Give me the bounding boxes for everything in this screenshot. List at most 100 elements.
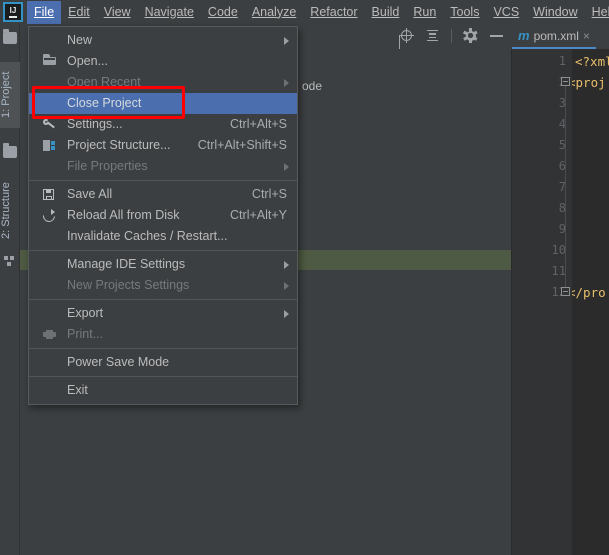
menu-refactor-label: Refactor [310, 4, 358, 19]
line-number: 6 [558, 159, 566, 173]
editor-tab-bar: m pom.xml × [512, 24, 609, 49]
menu-item-label: Project Structure... [67, 138, 171, 152]
intellij-logo-icon: IJ [3, 2, 23, 22]
menu-view-label: View [103, 4, 131, 19]
line-number: 9 [558, 222, 566, 236]
file-dropdown-menu[interactable]: New Open... Open Recent Close Project Se… [28, 26, 298, 405]
menu-item-shortcut: Ctrl+Alt+Y [230, 208, 287, 222]
code-folding-line [565, 81, 566, 293]
menu-item-label: Save All [67, 187, 113, 201]
editor-area: m pom.xml × 1 2 3 4 5 6 7 8 9 10 11 12 <… [512, 24, 609, 555]
line-number: 7 [558, 180, 566, 194]
menu-item-open-recent[interactable]: Open Recent [29, 72, 297, 93]
fold-toggle-icon[interactable] [561, 77, 570, 86]
menu-edit[interactable]: Edit [61, 1, 97, 24]
code-content[interactable]: <?xml <proj </pro [572, 49, 609, 555]
menu-separator [29, 376, 297, 377]
chevron-right-icon [284, 79, 289, 87]
menu-item-label: Invalidate Caches / Restart... [67, 229, 228, 243]
menu-item-label: Settings... [67, 117, 123, 131]
structure-icon [4, 256, 15, 266]
menu-analyze-label: Analyze [251, 4, 297, 19]
menu-item-shortcut: Ctrl+S [251, 187, 287, 201]
menu-item-settings[interactable]: Settings... Ctrl+Alt+S [29, 114, 297, 135]
menu-item-open[interactable]: Open... [29, 51, 297, 72]
chevron-right-icon [284, 310, 289, 318]
menu-help[interactable]: Help [585, 1, 609, 24]
code-line: <?xml [575, 54, 609, 69]
menu-item-manage-ide-settings[interactable]: Manage IDE Settings [29, 254, 297, 275]
close-icon[interactable]: × [583, 29, 590, 43]
menu-item-print[interactable]: Print... [29, 324, 297, 345]
menu-view[interactable]: View [97, 1, 138, 24]
menu-run[interactable]: Run [406, 1, 443, 24]
menu-window[interactable]: Window [526, 1, 584, 24]
editor-tab-label: pom.xml [533, 28, 579, 43]
editor-tab-pom-xml[interactable]: m pom.xml × [512, 24, 596, 49]
menu-vcs-label: VCS [493, 4, 520, 19]
gear-icon[interactable] [463, 28, 478, 43]
menu-file[interactable]: File [27, 0, 62, 24]
code-line: <proj [572, 75, 606, 90]
menu-build-label: Build [371, 4, 400, 19]
menu-tools[interactable]: Tools [443, 1, 486, 24]
menu-item-shortcut: Ctrl+Alt+S [230, 117, 287, 131]
menu-item-new[interactable]: New [29, 30, 297, 51]
sidebar-tab-project[interactable]: 1: Project [0, 62, 20, 128]
menu-item-save-all[interactable]: Save All Ctrl+S [29, 184, 297, 205]
menu-item-label: Open Recent [67, 75, 141, 89]
logo-underbar [9, 15, 17, 18]
menu-separator [29, 299, 297, 300]
folder-icon [43, 54, 56, 65]
menu-item-label: Close Project [67, 96, 142, 110]
menu-item-shortcut: Ctrl+Alt+Shift+S [197, 138, 287, 152]
line-number: 5 [558, 138, 566, 152]
line-number: 3 [558, 96, 566, 110]
menu-item-power-save-mode[interactable]: Power Save Mode [29, 352, 297, 373]
menu-item-new-projects-settings[interactable]: New Projects Settings [29, 275, 297, 296]
code-line: </pro [572, 285, 606, 300]
menu-code[interactable]: Code [201, 1, 245, 24]
logo-text: IJ [9, 5, 17, 15]
locate-in-tree-icon[interactable] [399, 28, 414, 43]
menu-item-label: New Projects Settings [67, 278, 190, 292]
reload-icon [43, 209, 55, 222]
menu-item-label: Exit [67, 383, 88, 397]
menu-item-label: Open... [67, 54, 108, 68]
menu-analyze[interactable]: Analyze [245, 1, 303, 24]
chevron-right-icon [284, 163, 289, 171]
menu-item-invalidate-caches[interactable]: Invalidate Caches / Restart... [29, 226, 297, 247]
menu-item-exit[interactable]: Exit [29, 380, 297, 401]
line-number: 10 [551, 243, 566, 257]
menu-item-export[interactable]: Export [29, 303, 297, 324]
menu-separator [29, 250, 297, 251]
menu-refactor[interactable]: Refactor [303, 1, 364, 24]
menu-help-label: Help [591, 4, 609, 19]
menu-tools-label: Tools [450, 4, 480, 19]
tool-window-strip-left: 1: Project 2: Structure [0, 24, 20, 555]
menu-item-label: Print... [67, 327, 104, 341]
menu-navigate[interactable]: Navigate [138, 1, 201, 24]
save-icon [43, 189, 54, 200]
menu-code-label: Code [207, 4, 238, 19]
menu-separator [29, 180, 297, 181]
menu-item-file-properties[interactable]: File Properties [29, 156, 297, 177]
sidebar-tab-structure[interactable]: 2: Structure [0, 174, 20, 248]
chevron-right-icon [284, 37, 289, 45]
menu-item-close-project[interactable]: Close Project [29, 93, 297, 114]
chevron-right-icon [284, 282, 289, 290]
menu-vcs[interactable]: VCS [486, 1, 526, 24]
tree-item-partial-label[interactable]: ode [302, 76, 322, 96]
fold-toggle-icon[interactable] [561, 287, 570, 296]
print-icon [43, 330, 56, 339]
menu-item-project-structure[interactable]: Project Structure... Ctrl+Alt+Shift+S [29, 135, 297, 156]
menu-edit-label: Edit [68, 4, 90, 19]
menu-build[interactable]: Build [365, 1, 407, 24]
menu-item-label: Manage IDE Settings [67, 257, 186, 271]
line-number: 8 [558, 201, 566, 215]
toolbar-divider [451, 28, 452, 43]
line-number: 2 [526, 72, 566, 93]
menu-item-reload-all-from-disk[interactable]: Reload All from Disk Ctrl+Alt+Y [29, 205, 297, 226]
hide-panel-icon[interactable] [489, 28, 504, 43]
collapse-all-icon[interactable] [425, 28, 440, 43]
